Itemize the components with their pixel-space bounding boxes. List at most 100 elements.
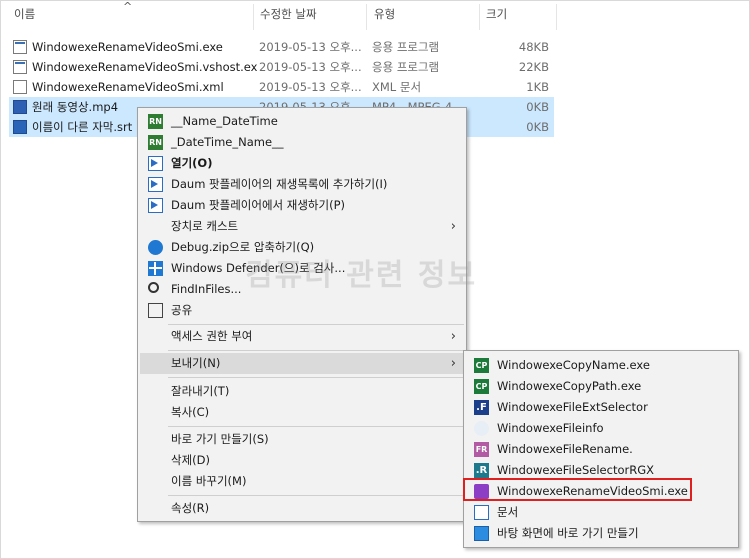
file-row[interactable]: WindowexeRenameVideoSmi.exe 2019-05-13 오… [9, 37, 554, 57]
cp-icon: CP [474, 379, 489, 394]
file-row[interactable]: WindowexeRenameVideoSmi.vshost.exe 2019-… [9, 57, 554, 77]
column-divider[interactable] [366, 4, 367, 30]
file-size: 0KB [526, 120, 549, 134]
file-name: WindowexeRenameVideoSmi.vshost.exe [32, 60, 257, 74]
file-date: 2019-05-13 오후... [259, 80, 362, 94]
menu-item-label: WindowexeFileExtSelector [497, 400, 648, 414]
file-type: 응용 프로그램 [372, 40, 440, 54]
sendto-item-documents[interactable]: 문서 [466, 502, 736, 523]
menu-item-create-shortcut[interactable]: 바로 가기 만들기(S) [140, 429, 464, 450]
compress-icon [148, 240, 163, 255]
menu-item-label: FindInFiles... [171, 282, 242, 296]
chevron-right-icon: › [450, 356, 456, 371]
sendto-item-copypath[interactable]: CP WindowexeCopyPath.exe [466, 376, 736, 397]
menu-item-label: 삭제(D) [171, 453, 210, 467]
column-type-header[interactable]: 유형 [370, 0, 480, 28]
menu-item-cast-to-device[interactable]: 장치로 캐스트 › [140, 216, 464, 237]
file-size: 48KB [518, 40, 549, 54]
document-icon [474, 505, 489, 520]
menu-item-label: 액세스 권한 부여 [171, 329, 253, 343]
menu-item-label: Daum 팟플레이어의 재생목록에 추가하기(I) [171, 177, 388, 191]
info-icon [474, 421, 489, 436]
column-size-header[interactable]: 크기 [482, 0, 552, 28]
menu-item-rename[interactable]: 이름 바꾸기(M) [140, 471, 464, 492]
desktop-icon [474, 526, 489, 541]
menu-item-label: WindowexeFileinfo [497, 421, 604, 435]
menu-item-add-playlist[interactable]: Daum 팟플레이어의 재생목록에 추가하기(I) [140, 174, 464, 195]
menu-item-label: 보내기(N) [171, 356, 221, 370]
watermark: 컴퓨터 관련 정보 [245, 258, 478, 293]
play-icon [148, 156, 163, 171]
file-date: 2019-05-13 오후... [259, 60, 362, 74]
menu-separator [168, 377, 464, 378]
chevron-right-icon: › [450, 219, 456, 234]
chevron-right-icon: › [450, 329, 456, 344]
menu-item-label: Daum 팟플레이어에서 재생하기(P) [171, 198, 345, 212]
menu-item-cut[interactable]: 잘라내기(T) [140, 381, 464, 402]
exe-icon [13, 40, 27, 54]
subtitle-icon [13, 120, 27, 134]
play-icon [148, 177, 163, 192]
cp-icon: CP [474, 358, 489, 373]
menu-separator [168, 324, 464, 325]
menu-item-label: __Name_DateTime [171, 114, 278, 128]
xml-icon [13, 80, 27, 94]
sort-arrow-icon: ^ [123, 0, 133, 13]
file-name: WindowexeRenameVideoSmi.xml [32, 80, 224, 94]
sendto-item-desktop-shortcut[interactable]: 바탕 화면에 바로 가기 만들기 [466, 523, 736, 544]
menu-item-play-potplayer[interactable]: Daum 팟플레이어에서 재생하기(P) [140, 195, 464, 216]
search-icon [148, 282, 159, 293]
menu-item-label: 열기(O) [171, 156, 213, 170]
fr-icon: FR [474, 442, 489, 457]
file-type: 응용 프로그램 [372, 60, 440, 74]
rn-icon: RN [148, 114, 163, 129]
menu-separator [168, 426, 464, 427]
menu-item-open[interactable]: 열기(O) [140, 153, 464, 174]
menu-item-label: 바탕 화면에 바로 가기 만들기 [497, 526, 639, 540]
menu-item-delete[interactable]: 삭제(D) [140, 450, 464, 471]
menu-item-label: 복사(C) [171, 405, 210, 419]
menu-item-label: WindowexeFileRename. [497, 442, 633, 456]
sendto-item-fileinfo[interactable]: WindowexeFileinfo [466, 418, 736, 439]
fileext-icon: .F [474, 400, 489, 415]
menu-item-copy[interactable]: 복사(C) [140, 402, 464, 423]
file-row[interactable]: WindowexeRenameVideoSmi.xml 2019-05-13 오… [9, 77, 554, 97]
menu-item-label: 장치로 캐스트 [171, 219, 239, 233]
sendto-item-filerename[interactable]: FR WindowexeFileRename. [466, 439, 736, 460]
menu-item-send-to[interactable]: 보내기(N) › [140, 353, 464, 374]
menu-separator [168, 350, 464, 351]
menu-item-grant-access[interactable]: 액세스 권한 부여 › [140, 326, 464, 347]
video-icon [13, 100, 27, 114]
sendto-item-copyname[interactable]: CP WindowexeCopyName.exe [466, 355, 736, 376]
column-date-header[interactable]: 수정한 날짜 [256, 0, 364, 28]
menu-item-label: 문서 [497, 505, 519, 519]
exe-icon [13, 60, 27, 74]
menu-item-share[interactable]: 공유 [140, 300, 464, 321]
menu-item-properties[interactable]: 속성(R) [140, 498, 464, 519]
highlight-box [463, 478, 692, 501]
column-divider[interactable] [479, 4, 480, 30]
context-menu: RN __Name_DateTime RN _DateTime_Name__ 열… [137, 107, 467, 522]
menu-item-label: 이름 바꾸기(M) [171, 474, 247, 488]
sendto-item-fileextselector[interactable]: .F WindowexeFileExtSelector [466, 397, 736, 418]
menu-item-label: WindowexeCopyName.exe [497, 358, 650, 372]
menu-item-label: WindowexeCopyPath.exe [497, 379, 642, 393]
menu-item-name-datetime[interactable]: RN __Name_DateTime [140, 111, 464, 132]
file-date: 2019-05-13 오후... [259, 40, 362, 54]
menu-separator [168, 495, 464, 496]
menu-item-label: _DateTime_Name__ [171, 135, 284, 149]
share-icon [148, 303, 163, 318]
menu-item-label: 잘라내기(T) [171, 384, 230, 398]
file-size: 22KB [518, 60, 549, 74]
menu-item-datetime-name[interactable]: RN _DateTime_Name__ [140, 132, 464, 153]
menu-item-label: 공유 [171, 303, 193, 317]
rn-icon: RN [148, 135, 163, 150]
play-icon [148, 198, 163, 213]
file-type: XML 문서 [372, 80, 422, 94]
file-size: 1KB [526, 80, 549, 94]
defender-icon [148, 261, 163, 276]
menu-item-label: 속성(R) [171, 501, 210, 515]
column-divider[interactable] [556, 4, 557, 30]
column-header: 이름 ^ 수정한 날짜 유형 크기 [0, 0, 750, 30]
column-divider[interactable] [253, 4, 254, 30]
